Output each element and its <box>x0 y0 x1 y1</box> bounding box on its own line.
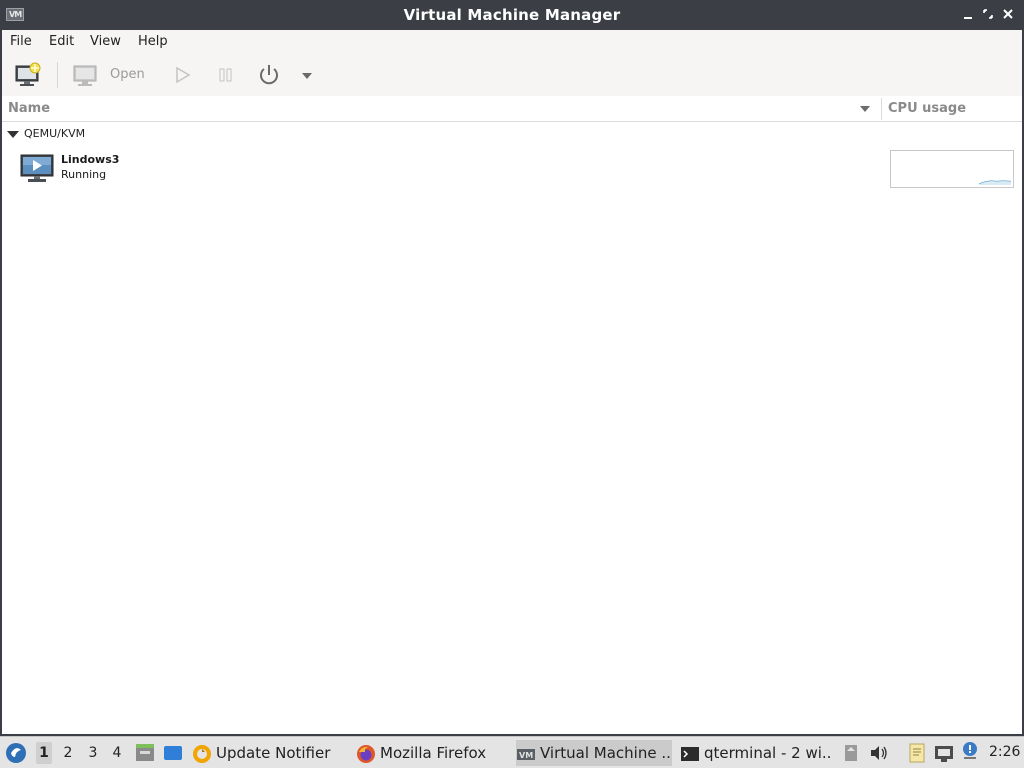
tray-volume[interactable] <box>868 737 890 768</box>
start-menu-button[interactable] <box>4 737 28 768</box>
show-desktop-button[interactable] <box>162 737 184 768</box>
open-console-button[interactable] <box>72 62 102 88</box>
file-manager-launcher[interactable] <box>134 737 156 768</box>
task-qterminal[interactable]: qterminal - 2 wi... <box>680 740 832 766</box>
pause-button[interactable] <box>215 64 237 86</box>
menu-help[interactable]: Help <box>138 34 168 49</box>
power-icon <box>260 65 278 85</box>
shutdown-button[interactable] <box>256 62 282 88</box>
vm-status: Running <box>61 168 107 181</box>
minimize-icon <box>964 17 972 19</box>
cpu-sparkline <box>978 180 1012 185</box>
clock[interactable]: 2:26 <box>989 744 1020 760</box>
desktop-2-button[interactable]: 2 <box>60 745 76 761</box>
close-icon <box>1003 9 1013 19</box>
desktop-3-button[interactable]: 3 <box>85 745 101 761</box>
play-icon <box>176 66 191 84</box>
column-header-name[interactable]: Name <box>8 101 50 116</box>
desktop-icon <box>164 746 182 760</box>
svg-text:VM: VM <box>519 751 533 760</box>
task-update-notifier[interactable]: Update Notifier <box>192 740 342 766</box>
network-icon <box>935 746 953 762</box>
column-separator <box>881 98 882 120</box>
info-icon <box>963 742 977 759</box>
cpu-usage-graph <box>890 150 1014 188</box>
close-button[interactable] <box>1000 6 1016 22</box>
monitor-icon <box>73 65 97 86</box>
tray-network[interactable] <box>932 737 956 768</box>
connection-label: QEMU/KVM <box>24 127 86 140</box>
task-label: qterminal - 2 wi... <box>704 744 832 762</box>
shutdown-menu-button[interactable] <box>300 70 314 80</box>
task-virt-manager[interactable]: VM Virtual Machine ... <box>516 740 672 766</box>
menubar: File Edit View Help <box>2 30 1022 54</box>
volume-icon <box>871 746 887 760</box>
toolbar-separator <box>57 62 58 88</box>
main-window: File Edit View Help Open Name CPU usage … <box>0 30 1024 736</box>
task-label: Mozilla Firefox <box>380 744 487 762</box>
menu-edit[interactable]: Edit <box>49 34 74 49</box>
task-label: Update Notifier <box>216 744 331 762</box>
new-vm-icon <box>15 62 41 86</box>
minimize-button[interactable] <box>960 6 976 22</box>
window-titlebar[interactable]: VM Virtual Machine Manager <box>0 0 1024 30</box>
menu-view[interactable]: View <box>90 34 121 49</box>
lxqt-menu-icon <box>6 743 26 763</box>
virt-manager-icon: VM <box>517 748 535 760</box>
maximize-button[interactable] <box>980 6 996 22</box>
update-notifier-icon <box>193 744 211 763</box>
column-header-cpu-usage[interactable]: CPU usage <box>888 101 966 116</box>
pause-icon <box>219 68 232 82</box>
taskbar: 1 2 3 4 Update Notifier Mozilla Firefox <box>0 736 1024 768</box>
tray-notification[interactable] <box>960 737 980 768</box>
task-label: Virtual Machine ... <box>540 744 672 762</box>
desktop-4-button[interactable]: 4 <box>109 745 125 761</box>
scroll-arrow-icon <box>845 745 857 761</box>
terminal-icon <box>681 746 699 761</box>
task-firefox[interactable]: Mozilla Firefox <box>356 740 504 766</box>
toolbar: Open <box>2 54 1022 96</box>
window-title: Virtual Machine Manager <box>403 6 621 24</box>
tray-notes[interactable] <box>906 737 928 768</box>
menu-file[interactable]: File <box>10 34 32 49</box>
vm-name: Lindows3 <box>61 153 120 166</box>
column-dropdown-icon[interactable] <box>860 106 870 112</box>
tray-clipboard[interactable] <box>842 737 860 768</box>
run-button[interactable] <box>172 64 194 86</box>
notes-icon <box>909 743 925 763</box>
connection-row[interactable]: QEMU/KVM <box>2 124 1022 144</box>
firefox-icon <box>357 744 375 763</box>
dropdown-arrow-icon <box>302 73 312 79</box>
restore-icon <box>983 9 993 19</box>
file-manager-icon <box>136 744 154 761</box>
vm-row[interactable]: Lindows3 Running <box>2 148 1022 192</box>
desktop-1-button[interactable]: 1 <box>36 742 52 764</box>
new-vm-button[interactable] <box>14 62 42 88</box>
vm-list-header: Name CPU usage <box>2 96 1022 122</box>
running-vm-icon <box>20 154 54 184</box>
open-label[interactable]: Open <box>110 67 145 82</box>
expand-triangle-icon[interactable] <box>7 131 19 138</box>
